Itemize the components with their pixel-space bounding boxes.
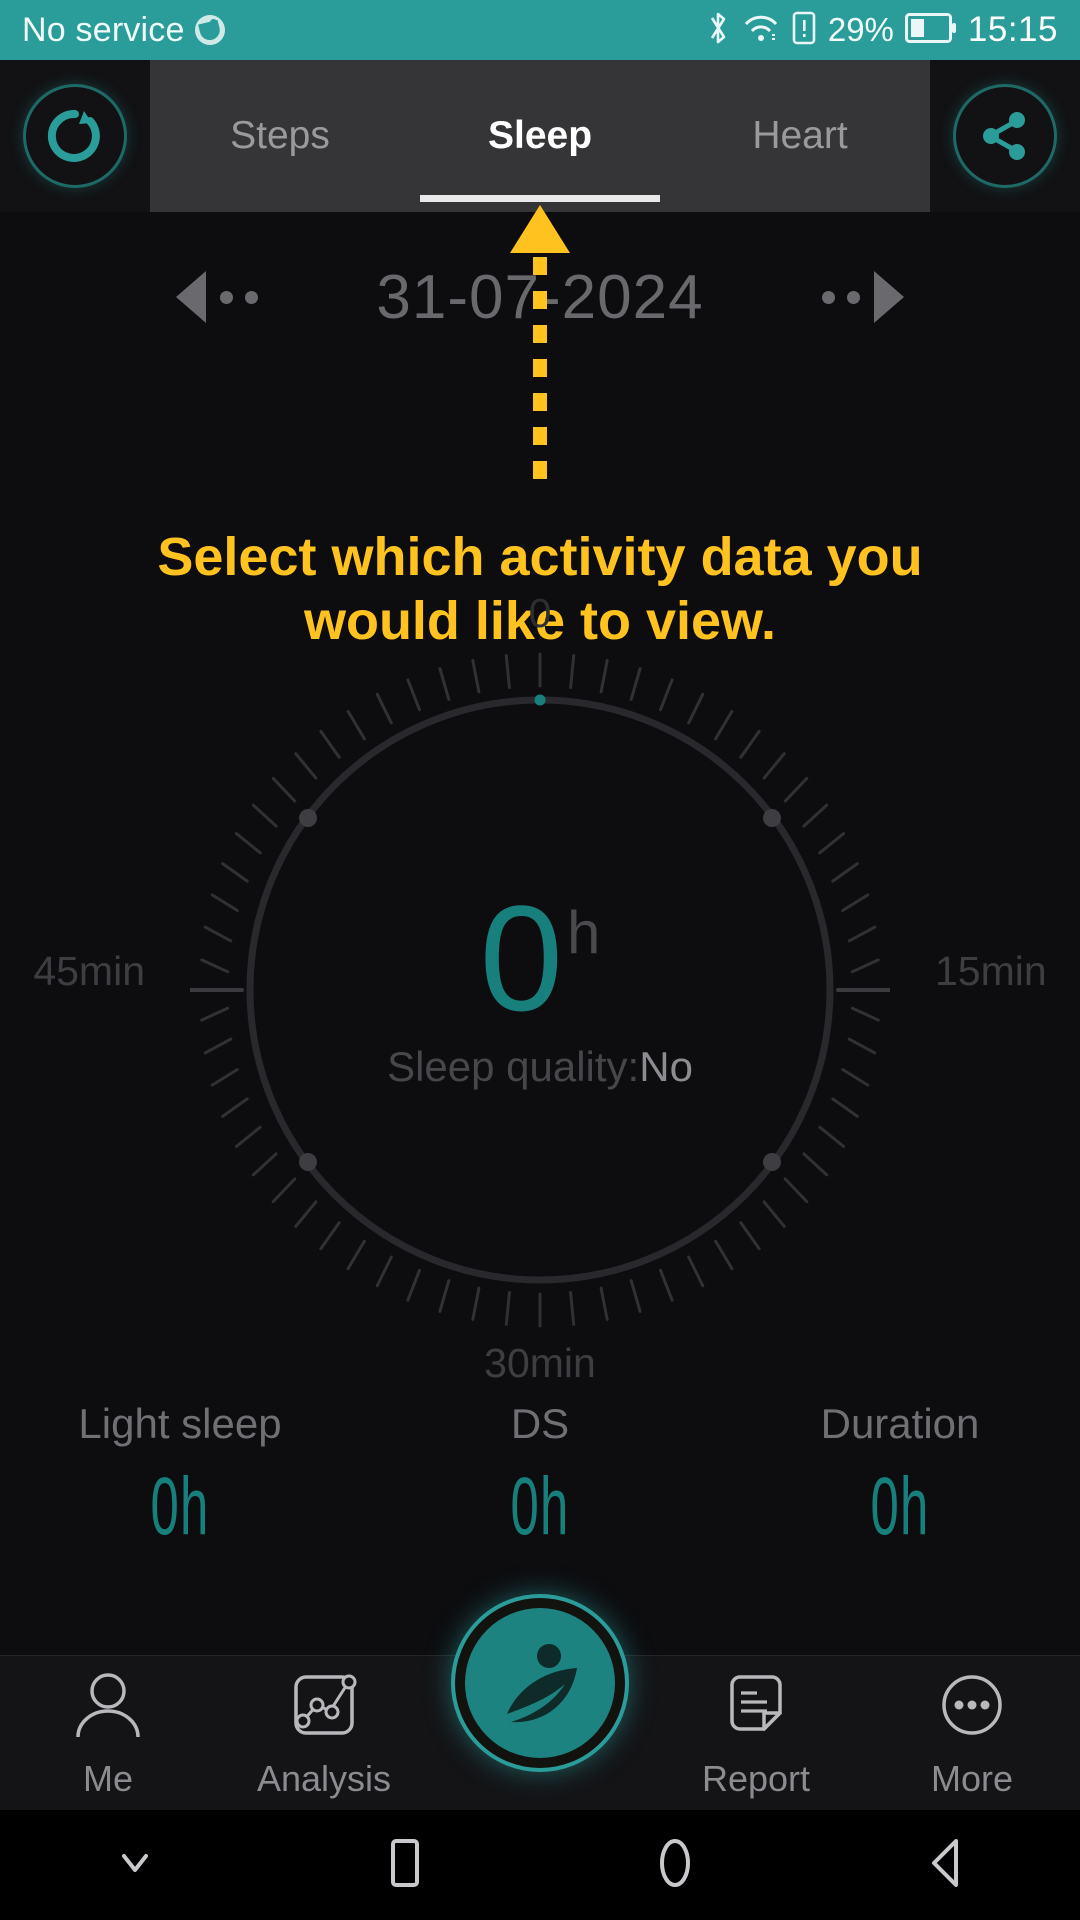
gauge-center-readout: 0 h Sleep quality:No xyxy=(190,640,890,1340)
battery-icon xyxy=(904,12,957,48)
stat-value: 0h xyxy=(510,1461,570,1552)
sim-alert-icon xyxy=(791,10,817,51)
ellipsis-circle-icon xyxy=(934,1667,1010,1748)
next-day-button[interactable] xyxy=(821,271,904,323)
next-arrow-icon xyxy=(873,271,904,323)
home-button[interactable] xyxy=(540,1835,810,1896)
share-button[interactable] xyxy=(930,60,1080,212)
sleep-stats-row: Light sleep 0h DS 0h Duration 0h xyxy=(0,1400,1080,1554)
app-logo-icon xyxy=(194,15,225,45)
nav-label: Analysis xyxy=(256,1757,392,1799)
nav-label: Report xyxy=(701,1757,811,1799)
chevron-down-icon xyxy=(110,1838,160,1893)
stat-label: Duration xyxy=(820,1400,980,1447)
tab-steps[interactable]: Steps xyxy=(150,114,410,158)
stat-duration: Duration 0h xyxy=(720,1400,1080,1554)
person-icon xyxy=(70,1667,146,1748)
stat-label: Light sleep xyxy=(78,1400,282,1447)
main-action-button[interactable] xyxy=(451,1594,629,1772)
sleep-duration-value: 0 h xyxy=(479,874,601,1042)
clock-label: 15:15 xyxy=(967,10,1058,49)
next-dots-icon xyxy=(821,290,860,304)
tab-sleep[interactable]: Sleep xyxy=(410,114,670,158)
current-date-label[interactable]: 31-07-2024 xyxy=(376,262,703,333)
nav-label: More xyxy=(930,1757,1014,1799)
circle-home-icon xyxy=(650,1835,700,1896)
nav-item-more[interactable]: More xyxy=(864,1667,1080,1800)
battery-percent-label: 29% xyxy=(827,11,894,48)
triangle-back-icon xyxy=(920,1835,970,1896)
app-root: No service 29% 15:15 Steps Sleep Heart 3… xyxy=(0,0,1080,1920)
status-bar: No service 29% 15:15 xyxy=(0,0,1080,60)
back-button[interactable] xyxy=(810,1835,1080,1896)
document-icon xyxy=(718,1667,794,1748)
tab-group: Steps Sleep Heart xyxy=(150,60,930,212)
top-tab-bar: Steps Sleep Heart xyxy=(0,60,1080,212)
sleep-duration-number: 0 xyxy=(479,874,564,1042)
line-chart-icon xyxy=(286,1667,362,1748)
prev-arrow-icon xyxy=(176,271,207,323)
bluetooth-icon xyxy=(705,10,731,51)
nav-item-report[interactable]: Report xyxy=(648,1667,864,1800)
gauge-tick-label-top: 0 xyxy=(528,590,552,636)
wifi-icon xyxy=(742,11,780,50)
sleep-gauge[interactable]: 0 45min 15min 30min 0 h Sleep quality:No xyxy=(33,590,1046,1386)
android-navigation-bar xyxy=(0,1810,1080,1920)
stat-deep-sleep: DS 0h xyxy=(360,1400,720,1554)
status-bar-right: 29% 15:15 xyxy=(705,10,1058,51)
gauge-tick-label-left: 45min xyxy=(33,948,145,994)
stat-value: 0h xyxy=(150,1461,210,1552)
carrier-label: No service xyxy=(22,10,185,49)
hide-nav-button[interactable] xyxy=(0,1838,270,1893)
gauge-tick-label-bottom: 30min xyxy=(484,1340,596,1386)
share-icon xyxy=(953,84,1057,188)
tab-heart[interactable]: Heart xyxy=(670,114,930,158)
sleep-quality-label: Sleep quality: xyxy=(387,1043,640,1090)
prev-dots-icon xyxy=(220,290,259,304)
previous-day-button[interactable] xyxy=(176,271,259,323)
status-bar-left: No service xyxy=(22,11,225,50)
running-person-logo-icon xyxy=(465,1608,615,1758)
stat-label: DS xyxy=(510,1400,570,1447)
nav-item-analysis[interactable]: Analysis xyxy=(216,1667,432,1800)
sync-ring-icon xyxy=(23,84,127,188)
active-tab-indicator xyxy=(410,195,670,202)
stat-value: 0h xyxy=(870,1461,930,1552)
gauge-tick-label-right: 15min xyxy=(935,948,1047,994)
stat-light-sleep: Light sleep 0h xyxy=(0,1400,360,1554)
sync-button[interactable] xyxy=(0,60,150,212)
recents-button[interactable] xyxy=(270,1835,540,1896)
square-recents-icon xyxy=(380,1835,430,1896)
sleep-quality-readout: Sleep quality:No xyxy=(387,1043,693,1091)
sleep-duration-unit: h xyxy=(567,899,601,966)
nav-item-me[interactable]: Me xyxy=(0,1667,216,1800)
sleep-quality-value: No xyxy=(639,1043,693,1090)
date-navigator: 31-07-2024 xyxy=(0,212,1080,382)
nav-label: Me xyxy=(82,1757,133,1799)
